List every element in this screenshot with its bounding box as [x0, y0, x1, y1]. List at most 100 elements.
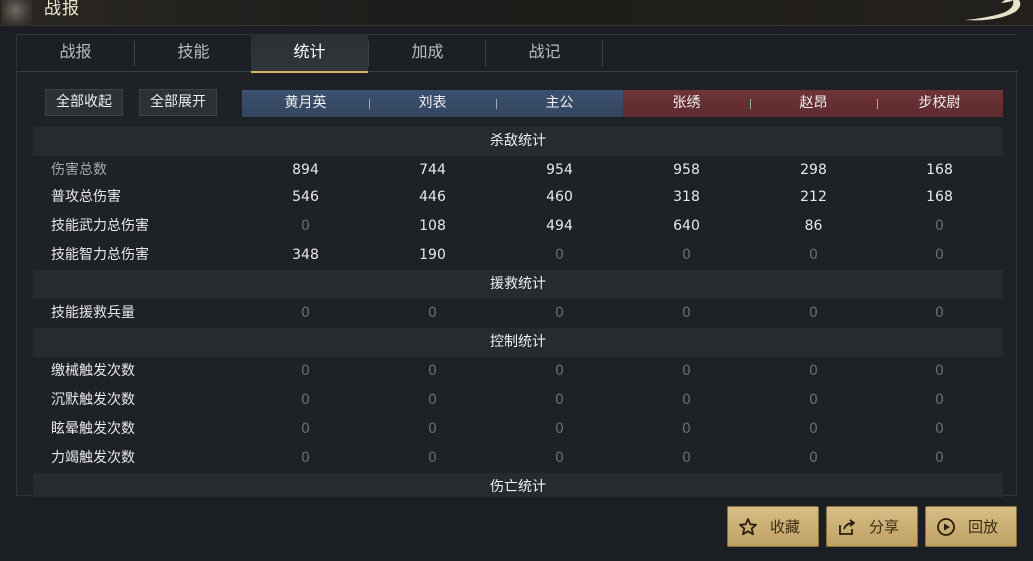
- stat-value: 0: [935, 247, 944, 263]
- row-label: 普攻总伤害: [51, 189, 121, 205]
- tab-battle-report[interactable]: 战报: [17, 35, 134, 72]
- tab-statistics[interactable]: 统计: [251, 35, 368, 73]
- tab-bar: 战报 技能 统计 加成 战记: [17, 35, 1018, 73]
- stat-value: 460: [546, 189, 573, 205]
- expand-all-button[interactable]: 全部展开: [139, 89, 217, 116]
- replay-button[interactable]: 回放: [925, 506, 1017, 547]
- stat-value: 0: [682, 421, 691, 437]
- stat-value: 0: [428, 450, 437, 466]
- title-bar: 战报: [0, 0, 1033, 26]
- row-label: 沉默触发次数: [51, 392, 135, 408]
- replay-label: 回放: [968, 518, 999, 536]
- stat-row: 沉默触发次数 0 0 0 0 0 0: [33, 386, 1003, 415]
- play-icon: [937, 518, 955, 536]
- row-label: 缴械触发次数: [51, 363, 135, 379]
- tab-divider: [602, 41, 603, 67]
- section-title: 控制统计: [490, 334, 546, 350]
- general-name: 主公: [545, 95, 574, 111]
- stat-value: 0: [809, 450, 818, 466]
- section-casualty-stats[interactable]: 伤亡统计: [33, 473, 1003, 497]
- team-red-header: 张绣 赵昂 步校尉: [623, 90, 1003, 117]
- stat-value: 0: [555, 363, 564, 379]
- stat-value: 0: [935, 421, 944, 437]
- tab-bonus[interactable]: 加成: [369, 35, 486, 72]
- stat-value: 0: [428, 363, 437, 379]
- window-title: 战报: [44, 0, 80, 19]
- stat-value: 894: [292, 162, 319, 178]
- stat-value: 0: [555, 305, 564, 321]
- stat-value: 0: [555, 247, 564, 263]
- star-icon: [739, 518, 757, 536]
- section-control-stats[interactable]: 控制统计: [33, 328, 1003, 357]
- stat-value: 348: [292, 247, 319, 263]
- stat-value: 546: [292, 189, 319, 205]
- share-icon: [839, 519, 855, 535]
- stat-value: 108: [419, 218, 446, 234]
- stat-value: 0: [555, 450, 564, 466]
- stat-value: 168: [926, 189, 953, 205]
- stat-row: 缴械触发次数 0 0 0 0 0 0: [33, 357, 1003, 386]
- stat-value: 744: [419, 162, 446, 178]
- general-name: 赵昂: [799, 95, 828, 111]
- section-title: 伤亡统计: [490, 479, 546, 495]
- stat-value: 318: [673, 189, 700, 205]
- stat-value: 0: [555, 392, 564, 408]
- general-name: 张绣: [672, 95, 701, 111]
- general-name: 黄月英: [284, 95, 327, 111]
- stat-row: 技能武力总伤害 0 108 494 640 86 0: [33, 212, 1003, 241]
- section-kill-stats[interactable]: 杀敌统计: [33, 127, 1003, 156]
- stat-value: 0: [935, 450, 944, 466]
- stat-value: 0: [682, 363, 691, 379]
- stat-value: 640: [673, 218, 700, 234]
- stat-value: 212: [800, 189, 827, 205]
- tab-skills[interactable]: 技能: [135, 35, 252, 72]
- stat-row: 伤害总数 894 744 954 958 298 168: [33, 156, 1003, 185]
- stat-value: 0: [682, 450, 691, 466]
- stat-row: 普攻总伤害 546 446 460 318 212 168: [33, 183, 1003, 212]
- stat-value: 0: [301, 421, 310, 437]
- stat-value: 0: [555, 421, 564, 437]
- stat-value: 958: [673, 162, 700, 178]
- helmet-emblem-icon: [2, 0, 32, 26]
- stat-value: 0: [682, 305, 691, 321]
- stat-value: 0: [809, 363, 818, 379]
- favorite-label: 收藏: [770, 518, 801, 536]
- stat-row: 技能智力总伤害 348 190 0 0 0 0: [33, 241, 1003, 270]
- corner-logo-icon: [965, 0, 1021, 21]
- stat-value: 0: [428, 305, 437, 321]
- team-blue-header: 黄月英 刘表 主公: [242, 90, 623, 117]
- row-label: 技能智力总伤害: [51, 247, 149, 263]
- stat-row: 力竭触发次数 0 0 0 0 0 0: [33, 444, 1003, 473]
- row-label: 技能武力总伤害: [51, 218, 149, 234]
- stat-value: 0: [301, 218, 310, 234]
- general-name: 刘表: [418, 95, 447, 111]
- stat-value: 494: [546, 218, 573, 234]
- stat-value: 298: [800, 162, 827, 178]
- tab-war-record[interactable]: 战记: [486, 35, 603, 72]
- stat-value: 0: [935, 363, 944, 379]
- stat-value: 86: [804, 218, 823, 234]
- row-label: 眩晕触发次数: [51, 421, 135, 437]
- stat-value: 0: [301, 450, 310, 466]
- stat-row: 眩晕触发次数 0 0 0 0 0 0: [33, 415, 1003, 444]
- favorite-button[interactable]: 收藏: [727, 506, 819, 547]
- share-button[interactable]: 分享: [826, 506, 918, 547]
- stat-row: 技能援救兵量 0 0 0 0 0 0: [33, 299, 1003, 328]
- general-name: 步校尉: [918, 95, 961, 111]
- stat-value: 0: [428, 392, 437, 408]
- stat-value: 954: [546, 162, 573, 178]
- stat-value: 0: [809, 421, 818, 437]
- stat-value: 0: [935, 392, 944, 408]
- section-rescue-stats[interactable]: 援救统计: [33, 270, 1003, 299]
- collapse-all-button[interactable]: 全部收起: [45, 89, 123, 116]
- stat-value: 0: [301, 305, 310, 321]
- section-title: 杀敌统计: [490, 133, 546, 149]
- row-label: 技能援救兵量: [51, 305, 135, 321]
- row-label: 力竭触发次数: [51, 450, 135, 466]
- row-label: 伤害总数: [51, 162, 107, 178]
- stat-value: 0: [809, 247, 818, 263]
- stat-value: 0: [935, 305, 944, 321]
- stat-value: 0: [301, 392, 310, 408]
- stat-value: 0: [935, 218, 944, 234]
- section-title: 援救统计: [490, 276, 546, 292]
